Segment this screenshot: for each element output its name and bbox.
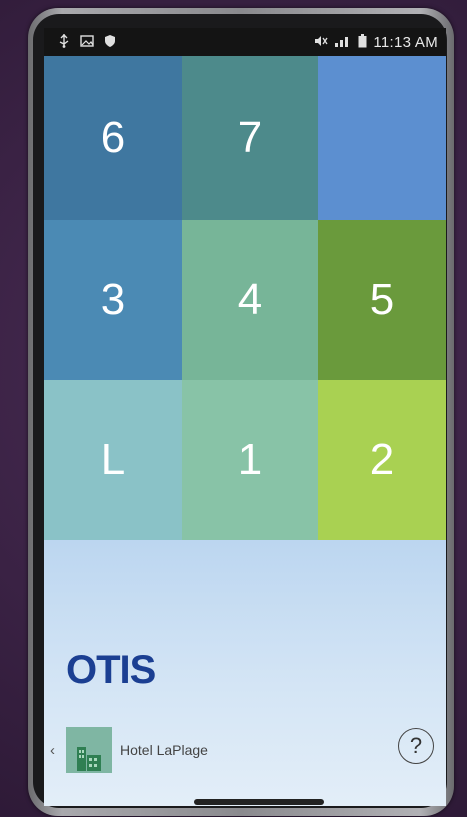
image-icon bbox=[80, 35, 94, 49]
signal-icon bbox=[334, 35, 352, 49]
help-button[interactable]: ? bbox=[398, 728, 434, 764]
floor-button-5[interactable]: 5 bbox=[318, 220, 446, 380]
floor-button-6[interactable]: 6 bbox=[44, 56, 182, 220]
floor-button-lobby[interactable]: L bbox=[44, 380, 182, 540]
home-indicator[interactable] bbox=[194, 799, 324, 805]
building-icon bbox=[66, 727, 112, 773]
status-bar: 11:13 AM bbox=[44, 28, 446, 56]
chevron-left-icon[interactable]: ‹ bbox=[50, 742, 62, 759]
floor-button-7[interactable]: 7 bbox=[182, 56, 318, 220]
floor-label: 3 bbox=[100, 275, 126, 324]
battery-icon bbox=[358, 34, 367, 50]
background: 11:13 AM 6 7 3 4 5 L 1 2 OTIS ‹ Hotel La… bbox=[0, 0, 467, 817]
floor-label: 7 bbox=[237, 113, 263, 162]
floor-button-blank[interactable] bbox=[318, 56, 446, 220]
floor-label: 5 bbox=[369, 275, 395, 324]
floor-label: 4 bbox=[237, 275, 263, 324]
hotel-name: Hotel LaPlage bbox=[120, 742, 208, 758]
floor-button-2[interactable]: 2 bbox=[318, 380, 446, 540]
floor-button-4[interactable]: 4 bbox=[182, 220, 318, 380]
floor-button-3[interactable]: 3 bbox=[44, 220, 182, 380]
floor-label: 2 bbox=[369, 435, 395, 484]
lower-panel: OTIS ‹ Hotel LaPlage ? bbox=[44, 540, 446, 806]
status-time: 11:13 AM bbox=[373, 33, 438, 51]
floor-grid: 6 7 3 4 5 L 1 2 bbox=[44, 56, 446, 540]
floor-label: 6 bbox=[100, 113, 126, 162]
footer: ‹ Hotel LaPlage ? bbox=[44, 724, 446, 776]
phone-bezel: 11:13 AM 6 7 3 4 5 L 1 2 OTIS ‹ Hotel La… bbox=[33, 14, 447, 808]
floor-label: 1 bbox=[237, 435, 263, 484]
shield-icon bbox=[104, 34, 116, 50]
floor-label: L bbox=[100, 435, 126, 484]
screen: 11:13 AM 6 7 3 4 5 L 1 2 OTIS ‹ Hotel La… bbox=[44, 28, 446, 806]
floor-button-1[interactable]: 1 bbox=[182, 380, 318, 540]
phone-frame: 11:13 AM 6 7 3 4 5 L 1 2 OTIS ‹ Hotel La… bbox=[28, 8, 454, 816]
otis-logo: OTIS bbox=[66, 648, 156, 692]
mute-icon bbox=[314, 35, 328, 49]
usb-icon bbox=[58, 34, 70, 50]
